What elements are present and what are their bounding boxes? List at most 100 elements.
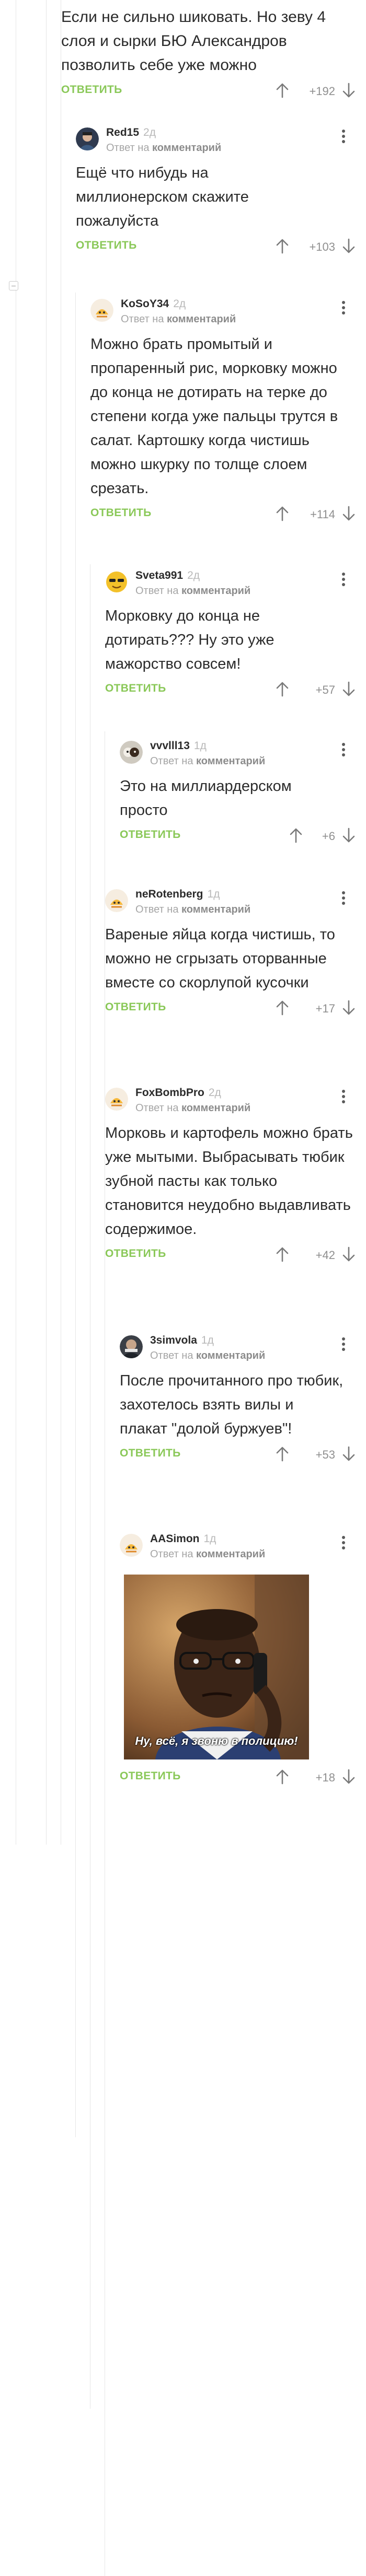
reply-to-label: Ответ на комментарий bbox=[135, 1102, 251, 1114]
arrow-down-icon[interactable] bbox=[342, 1246, 356, 1262]
arrow-up-icon[interactable] bbox=[276, 1446, 289, 1462]
arrow-down-icon[interactable] bbox=[342, 83, 356, 98]
arrow-up-icon[interactable] bbox=[276, 681, 289, 697]
comment-actions: ОТВЕТИТЬ +57 bbox=[105, 679, 356, 700]
avatar[interactable] bbox=[105, 889, 128, 912]
rating-count: +42 bbox=[315, 1249, 335, 1262]
avatar[interactable] bbox=[105, 570, 128, 593]
rating-count: +114 bbox=[310, 508, 335, 521]
meme-image[interactable]: Ну, всё, я звоню в полицию! bbox=[124, 1575, 309, 1759]
more-vertical-icon[interactable] bbox=[341, 891, 346, 907]
reply-button[interactable]: ОТВЕТИТЬ bbox=[105, 1248, 166, 1260]
reply-to-label: Ответ на комментарий bbox=[150, 755, 266, 767]
arrow-up-icon[interactable] bbox=[276, 238, 289, 254]
more-vertical-icon[interactable] bbox=[341, 743, 346, 759]
comment: neRotenberg 1д Ответ на комментарий Варен… bbox=[105, 885, 356, 1019]
thread-line bbox=[46, 0, 47, 1845]
reply-to-label: Ответ на комментарий bbox=[150, 1548, 266, 1560]
comment-header: 3simvola 1д Ответ на комментарий bbox=[120, 1331, 356, 1363]
comment-time: 1д bbox=[207, 888, 220, 900]
more-vertical-icon[interactable] bbox=[341, 301, 346, 317]
rating-count: +18 bbox=[315, 1771, 335, 1784]
arrow-up-icon[interactable] bbox=[276, 1000, 289, 1016]
reply-to-label: Ответ на комментарий bbox=[150, 1350, 266, 1361]
author-name[interactable]: AASimon 1д bbox=[150, 1533, 216, 1545]
reply-to-link[interactable]: комментарий bbox=[152, 142, 221, 154]
reply-to-link[interactable]: комментарий bbox=[196, 1548, 265, 1560]
more-vertical-icon[interactable] bbox=[341, 1090, 346, 1105]
arrow-up-icon[interactable] bbox=[276, 1246, 289, 1262]
arrow-down-icon[interactable] bbox=[342, 238, 356, 254]
vote-widget: +6 bbox=[289, 826, 356, 844]
arrow-down-icon[interactable] bbox=[342, 1446, 356, 1462]
reply-button[interactable]: ОТВЕТИТЬ bbox=[120, 1770, 181, 1782]
comment-time: 1д bbox=[203, 1533, 216, 1545]
avatar[interactable] bbox=[120, 1534, 143, 1557]
author-name[interactable]: Red15 2д bbox=[106, 126, 156, 139]
reply-button[interactable]: ОТВЕТИТЬ bbox=[105, 682, 166, 695]
avatar[interactable] bbox=[90, 299, 113, 322]
reply-to-label: Ответ на комментарий bbox=[121, 313, 236, 325]
thread-line bbox=[75, 293, 76, 2137]
arrow-down-icon[interactable] bbox=[342, 1769, 356, 1785]
vote-widget: +114 bbox=[276, 505, 356, 522]
reply-button[interactable]: ОТВЕТИТЬ bbox=[120, 1447, 181, 1460]
arrow-down-icon[interactable] bbox=[342, 681, 356, 697]
rating-count: +57 bbox=[315, 683, 335, 696]
comment-actions: ОТВЕТИТЬ +103 bbox=[76, 236, 356, 257]
arrow-up-icon[interactable] bbox=[276, 83, 289, 98]
rating-count: +17 bbox=[315, 1002, 335, 1015]
comment-header: Red15 2д Ответ на комментарий bbox=[76, 123, 356, 156]
comment-actions: ОТВЕТИТЬ +192 bbox=[61, 80, 356, 101]
author-name[interactable]: KoSoY34 2д bbox=[121, 298, 186, 310]
reply-to-link[interactable]: комментарий bbox=[196, 1350, 265, 1361]
reply-to-link[interactable]: комментарий bbox=[196, 755, 265, 767]
reply-to-link[interactable]: комментарий bbox=[181, 585, 250, 597]
more-vertical-icon[interactable] bbox=[341, 573, 346, 588]
avatar[interactable] bbox=[76, 127, 99, 150]
reply-button[interactable]: ОТВЕТИТЬ bbox=[76, 239, 137, 252]
author-name[interactable]: 3simvola 1д bbox=[150, 1334, 214, 1347]
comment: KoSoY34 2д Ответ на комментарий Можно бра… bbox=[90, 295, 356, 524]
arrow-up-icon[interactable] bbox=[276, 506, 289, 521]
comment-text: Это на миллиардерском просто bbox=[120, 778, 292, 819]
arrow-up-icon[interactable] bbox=[289, 827, 303, 843]
comment-header: Sveta991 2д Ответ на комментарий bbox=[105, 566, 356, 599]
reply-button[interactable]: ОТВЕТИТЬ bbox=[61, 84, 122, 96]
reply-button[interactable]: ОТВЕТИТЬ bbox=[105, 1001, 166, 1013]
reply-to-label: Ответ на комментарий bbox=[106, 142, 222, 154]
avatar[interactable] bbox=[105, 1088, 128, 1111]
comment-time: 2д bbox=[143, 126, 156, 138]
reply-to-link[interactable]: комментарий bbox=[181, 904, 250, 915]
author-name[interactable]: neRotenberg 1д bbox=[135, 888, 220, 901]
arrow-down-icon[interactable] bbox=[342, 1000, 356, 1016]
author-name[interactable]: FoxBombPro 2д bbox=[135, 1087, 221, 1099]
rating-count: +6 bbox=[322, 830, 335, 843]
reply-button[interactable]: ОТВЕТИТЬ bbox=[90, 507, 152, 519]
avatar[interactable] bbox=[120, 741, 143, 764]
reply-to-link[interactable]: комментарий bbox=[181, 1102, 250, 1114]
comment: Sveta991 2д Ответ на комментарий Морковку… bbox=[105, 566, 356, 700]
reply-button[interactable]: ОТВЕТИТЬ bbox=[120, 829, 181, 841]
collapse-minus-icon[interactable] bbox=[9, 281, 18, 290]
arrow-down-icon[interactable] bbox=[342, 827, 356, 843]
comment: Red15 2д Ответ на комментарий Ещё что ниб… bbox=[76, 123, 356, 257]
vote-widget: +57 bbox=[276, 680, 356, 698]
vote-widget: +103 bbox=[276, 237, 356, 255]
more-vertical-icon[interactable] bbox=[341, 1337, 346, 1353]
comment-header: neRotenberg 1д Ответ на комментарий bbox=[105, 885, 356, 917]
vote-widget: +18 bbox=[276, 1768, 356, 1786]
comment-actions: ОТВЕТИТЬ +6 bbox=[120, 825, 356, 846]
more-vertical-icon[interactable] bbox=[341, 1536, 346, 1552]
arrow-down-icon[interactable] bbox=[342, 506, 356, 521]
comment-time: 2д bbox=[187, 569, 200, 581]
vote-widget: +192 bbox=[276, 81, 356, 99]
arrow-up-icon[interactable] bbox=[276, 1769, 289, 1785]
author-name[interactable]: vvvlll13 1д bbox=[150, 740, 207, 752]
author-name[interactable]: Sveta991 2д bbox=[135, 569, 200, 582]
comment: Если не сильно шиковать. Но зеву 4 слоя … bbox=[61, 0, 356, 101]
reply-to-link[interactable]: комментарий bbox=[167, 313, 236, 325]
comment-actions: ОТВЕТИТЬ +42 bbox=[105, 1244, 356, 1265]
avatar[interactable] bbox=[120, 1335, 143, 1358]
more-vertical-icon[interactable] bbox=[341, 130, 346, 145]
